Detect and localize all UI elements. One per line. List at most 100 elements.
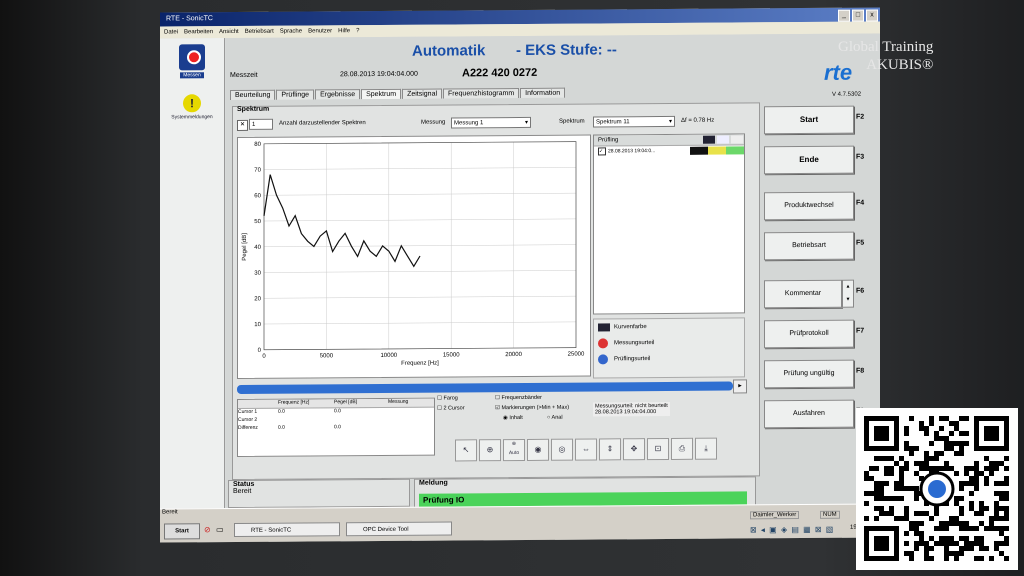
tab-spektrum[interactable]: Spektrum (361, 88, 402, 100)
menu-betriebsart[interactable]: Betriebsart (245, 26, 274, 38)
kommentar-button[interactable]: Kommentar (764, 279, 842, 309)
export-icon[interactable]: ⤓ (695, 437, 717, 460)
start-button[interactable]: Start (764, 105, 854, 135)
qr-module (944, 551, 949, 556)
legend-row[interactable]: ✓ 28.08.2013 19:04:0... (594, 145, 744, 156)
menu-ansicht[interactable]: Ansicht (219, 26, 239, 38)
x-tick-label: 0 (262, 354, 266, 360)
option-prueflingsurteil[interactable]: Prüflingsurteil (594, 350, 744, 367)
close-button[interactable]: x (866, 9, 878, 22)
ende-button[interactable]: Ende (764, 145, 854, 175)
menu-question[interactable]: ? (356, 25, 359, 37)
pan-icon[interactable]: ✥ (623, 438, 645, 461)
spectrum-select[interactable]: Spektrum 11 ▾ (593, 115, 675, 128)
qr-module (919, 536, 924, 541)
menu-sprache[interactable]: Sprache (280, 26, 302, 38)
pruefung-ungueltig-key: F8 (856, 367, 865, 375)
tab-bar: Beurteilung Prüflinge Ergebnisse Spektru… (230, 87, 566, 101)
statusbar-text: Bereit (162, 509, 178, 516)
qr-module (1004, 491, 1009, 496)
produktwechsel-key: F4 (856, 199, 865, 207)
zoom-in-icon[interactable]: ⊕ (479, 439, 501, 462)
markings-checkbox[interactable]: ☑ Markierungen (>Min + Max) (495, 405, 569, 412)
pruefprotokoll-button[interactable]: Prüfprotokoll (764, 319, 854, 349)
anal-radio[interactable]: ○ Anal (547, 415, 563, 421)
qr-module (959, 486, 964, 491)
option-messungsurteil[interactable]: Messungsurteil (594, 334, 744, 351)
maximize-button[interactable]: □ (852, 9, 864, 22)
qr-module (1004, 541, 1009, 546)
legend-options: Kurvenfarbe Messungsurteil Prüflingsurte… (593, 317, 745, 379)
tab-zeitsignal[interactable]: Zeitsignal (402, 88, 443, 99)
start-menu-button[interactable]: Start (164, 523, 200, 540)
qr-module (969, 476, 974, 481)
qr-module (934, 451, 939, 456)
menu-hilfe[interactable]: Hilfe (338, 25, 350, 37)
qr-module (959, 511, 964, 516)
qr-module (989, 526, 994, 531)
clear-icon[interactable]: ✕ (237, 119, 248, 131)
auto-scale-button[interactable]: ⊕ Auto (503, 438, 525, 462)
qr-module (914, 461, 919, 466)
pruefung-ungueltig-button[interactable]: Prüfung ungültig (764, 359, 854, 389)
tab-frequenzhistogramm[interactable]: Frequenzhistogramm (443, 88, 520, 99)
freq-bands-checkbox[interactable]: ☐ Frequenzbänder (495, 395, 542, 401)
qr-module (959, 551, 964, 556)
qr-module (899, 486, 904, 491)
messzeit-value: 28.08.2013 19:04:04.000 (340, 70, 418, 79)
cursor-icon[interactable]: ◉ (527, 438, 549, 461)
scroll-right-arrow-icon[interactable]: ▸ (733, 379, 747, 394)
measurement-select[interactable]: Messung 1 ▾ (451, 116, 531, 129)
menu-benutzer[interactable]: Benutzer (308, 25, 332, 37)
kommentar-spinner-icon[interactable]: ▴ ▾ (842, 279, 854, 308)
tab-pruflinge[interactable]: Prüflinge (276, 89, 315, 100)
print-icon[interactable]: ⎙ (671, 437, 693, 460)
qr-module (954, 556, 959, 561)
sidebar-item-messen[interactable]: Messen (168, 44, 216, 79)
qr-module (1004, 536, 1009, 541)
tray-icons[interactable]: ⊠ ◂ ▣ ◈ ▤ ▦ ⊠ ▧ (750, 525, 834, 535)
tab-information[interactable]: Information (520, 87, 566, 98)
sidebar-item-systemmeldungen[interactable]: ! Systemmeldungen (168, 94, 216, 120)
menu-bearbeiten[interactable]: Bearbeiten (184, 26, 213, 38)
qr-module (944, 436, 949, 441)
tab-ergebnisse[interactable]: Ergebnisse (315, 89, 361, 100)
qr-module (999, 526, 1004, 531)
task-sonictc[interactable]: RTE - SonicTC (234, 522, 340, 537)
qr-module (1004, 476, 1009, 481)
option-kurvenfarbe[interactable]: Kurvenfarbe (594, 318, 744, 335)
part-number: A222 420 0272 (462, 66, 538, 80)
produktwechsel-button[interactable]: Produktwechsel (764, 191, 854, 221)
ausfahren-button[interactable]: Ausfahren (764, 399, 854, 429)
qr-module (904, 551, 909, 556)
legend-checkbox[interactable]: ✓ (598, 147, 606, 156)
qr-module (939, 521, 944, 526)
zoom-y-icon[interactable]: ⇕ (599, 438, 621, 461)
two-cursor-checkbox[interactable]: ☐ 2 Cursor (437, 405, 465, 411)
spectra-count-spinner[interactable]: 1 (249, 118, 273, 130)
zoom-x-icon[interactable]: ⇔ (575, 438, 597, 461)
table-row[interactable]: Differenz 0.0 0.0 (238, 424, 434, 433)
qr-module (994, 501, 999, 506)
inhalt-radio[interactable]: ◉ Inhalt (503, 415, 523, 421)
qr-module (919, 426, 924, 431)
pointer-icon[interactable]: ↖ (455, 439, 477, 462)
qr-module (914, 526, 919, 531)
fit-icon[interactable]: ⊡ (647, 437, 669, 461)
task-opc-device-tool[interactable]: OPC Device Tool (346, 521, 452, 537)
spectrum-scrollbar[interactable] (237, 381, 733, 394)
spectrum-plot-area[interactable]: 0 5000 10000 15000 20000 25000 0 10 20 30 40 50 60 70… (237, 134, 591, 379)
qr-module (929, 516, 934, 521)
y-tick-label: 50 (254, 219, 261, 225)
menu-datei[interactable]: Datei (164, 26, 178, 38)
betriebsart-button[interactable]: Betriebsart (764, 231, 854, 261)
qr-module (914, 486, 919, 491)
farog-checkbox[interactable]: ☐ Farog (437, 395, 458, 401)
qr-module (979, 536, 984, 541)
tab-beurteilung[interactable]: Beurteilung (230, 89, 276, 101)
qr-module (939, 426, 944, 431)
stop-icon[interactable]: ⊘ (204, 525, 211, 534)
marker-icon[interactable]: ◎ (551, 438, 573, 461)
minimize-button[interactable]: _ (838, 9, 850, 22)
desktop-icon[interactable]: ▭ (216, 525, 224, 534)
